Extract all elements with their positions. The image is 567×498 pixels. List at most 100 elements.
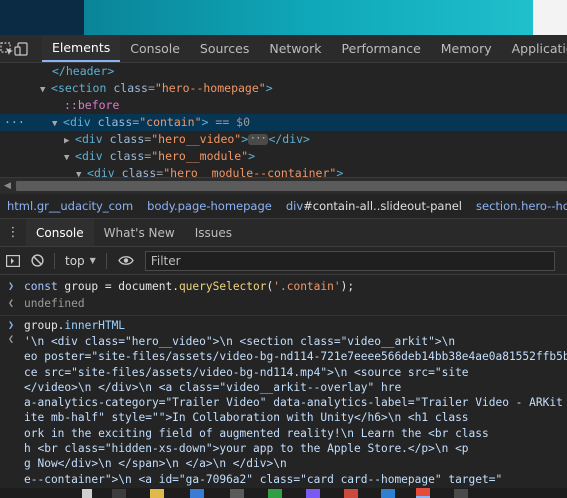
context-value: top [65,253,85,268]
tree-node-hero-container[interactable]: ▼ <div class="hero__module--container"> [0,165,567,177]
dropdown-caret-icon: ▼ [89,256,96,265]
scroll-left-arrow-icon[interactable]: ◀ [4,181,11,191]
result-line: a-analytics-category="Trailer Video" dat… [24,396,567,410]
tab-elements[interactable]: Elements [42,35,121,62]
closing-tag: </div> [268,132,310,146]
tab-performance[interactable]: Performance [332,35,431,62]
tag-name: div [81,149,103,163]
tree-node-header-close[interactable]: </header> [0,63,567,80]
app-icon[interactable] [230,489,244,498]
console-command-entry[interactable]: ❯ group.innerHTML [0,317,567,334]
breadcrumb-item-div[interactable]: div#contain-all..slideout-panel [279,199,469,213]
drawer-tab-console[interactable]: Console [26,219,94,246]
collapsed-children-badge[interactable]: ··· [248,134,269,145]
app-icon[interactable] [306,489,320,498]
clear-console-button[interactable] [26,250,48,272]
tab-network[interactable]: Network [259,35,331,62]
breadcrumb: html.gr__udacity_com body.page-homepage … [0,194,567,219]
page-hero-banner [84,0,567,35]
tree-node-selected[interactable]: ··· ▼ <div class="contain"> == $0 [0,114,567,131]
result-line: ite mb-half" style="">In Collaboration w… [24,411,469,425]
drawer-tabbar: ⋮ Console What's New Issues [0,219,567,247]
result-line: ce src="site-files/assets/video-bg-nd114… [24,365,469,379]
start-icon[interactable] [82,489,92,498]
attribute-value: "hero__video" [151,132,242,146]
attribute-name: class [109,132,145,146]
elements-dom-tree: </header> ▼ <section class="hero--homepag… [0,63,567,177]
breadcrumb-item-body[interactable]: body.page-homepage [140,199,279,213]
drawer-menu-icon[interactable]: ⋮ [0,219,26,246]
result-line: ork in the exciting field of augmented r… [24,426,489,440]
tree-node-section[interactable]: ▼ <section class="hero--homepage"> [0,80,567,97]
tree-node-before[interactable]: ::before [0,97,567,114]
inspected-page-strip [0,0,567,35]
attribute-value: "hero__module--container" [163,166,337,177]
live-expression-button[interactable] [115,250,137,272]
drawer-tab-whats-new[interactable]: What's New [94,219,185,246]
console-sidebar-button[interactable] [2,250,24,272]
tag-name: div [93,166,115,177]
tag-name: div [69,115,91,129]
browser-icon[interactable] [190,489,204,498]
attribute-value: "hero__module" [151,149,249,163]
tab-console[interactable]: Console [120,35,190,62]
clear-console-icon [30,254,44,267]
attribute-value: "contain" [139,115,202,129]
task-view-icon[interactable] [112,489,126,498]
tag-name: div [81,132,103,146]
drawer-tab-issues[interactable]: Issues [185,219,242,246]
tree-node-hero-video[interactable]: ▶ <div class="hero__video"> ··· </div> [0,131,567,148]
eye-icon [118,256,134,265]
tab-application[interactable]: Application [502,35,567,62]
tab-memory[interactable]: Memory [431,35,502,62]
input-chevron-icon: ❯ [8,281,15,292]
file-explorer-icon[interactable] [150,489,164,498]
console-output: ❯ const group = document.querySelector('… [0,275,567,488]
selected-node-reference: == $0 [215,115,251,129]
attribute-name: class [121,166,157,177]
input-chevron-icon: ❯ [8,320,15,331]
app-icon[interactable] [454,489,468,498]
devtools-main-tabbar: Elements Console Sources Network Perform… [0,35,567,63]
console-filter-input[interactable] [144,250,555,271]
sidebar-toggle-icon [6,254,20,267]
device-toolbar-button[interactable] [14,35,28,62]
inspect-cursor-icon [0,41,13,55]
attribute-name: class [109,149,145,163]
tree-node-hero-module[interactable]: ▼ <div class="hero__module"> [0,148,567,165]
closing-tag: </header> [52,64,115,78]
console-command-entry[interactable]: ❯ const group = document.querySelector('… [0,278,567,295]
breadcrumb-item-section[interactable]: section.hero--homepage [469,199,567,213]
app-icon[interactable] [344,489,358,498]
result-line: </video>\n </div>\n <a class="video__ark… [24,380,402,394]
attribute-name: class [97,115,133,129]
attribute-value: "hero--homepage" [154,81,266,95]
scrollbar-thumb[interactable] [16,181,567,191]
result-line: '\n <div class="hero__video">\n <section… [24,335,456,348]
inspect-element-button[interactable] [0,35,14,62]
os-taskbar [0,488,567,498]
pseudo-element: ::before [64,98,120,112]
result-line: eo poster="site-files/assets/video-bg-nd… [24,350,567,364]
expand-triangle-icon[interactable]: ▼ [76,167,87,177]
breadcrumb-item-html[interactable]: html.gr__udacity_com [0,199,140,213]
toolbar-divider [54,252,55,269]
output-chevron-icon: ❮ [8,334,15,345]
chrome-icon[interactable] [416,488,430,498]
vscode-icon[interactable] [381,489,395,498]
console-result-entry: ❮ undefined [8,297,85,310]
tab-sources[interactable]: Sources [190,35,259,62]
result-line: h <br class="hidden-xs-down">your app to… [24,442,469,456]
tag-name: section [57,81,107,95]
output-chevron-icon: ❮ [8,298,15,309]
more-options-icon[interactable]: ··· [4,114,25,131]
context-selector[interactable]: top ▼ [61,254,100,268]
page-white-area [533,0,567,35]
elements-horizontal-scrollbar[interactable]: ◀ [0,177,567,194]
console-string-result: ❮ '\n <div class="hero__video">\n <secti… [0,334,567,488]
device-toggle-icon [14,41,28,56]
console-toolbar: top ▼ [0,247,567,275]
attribute-name: class [113,81,148,95]
result-line: e--container">\n <a id="ga-7096a2" class… [24,472,503,486]
app-icon[interactable] [268,489,282,498]
